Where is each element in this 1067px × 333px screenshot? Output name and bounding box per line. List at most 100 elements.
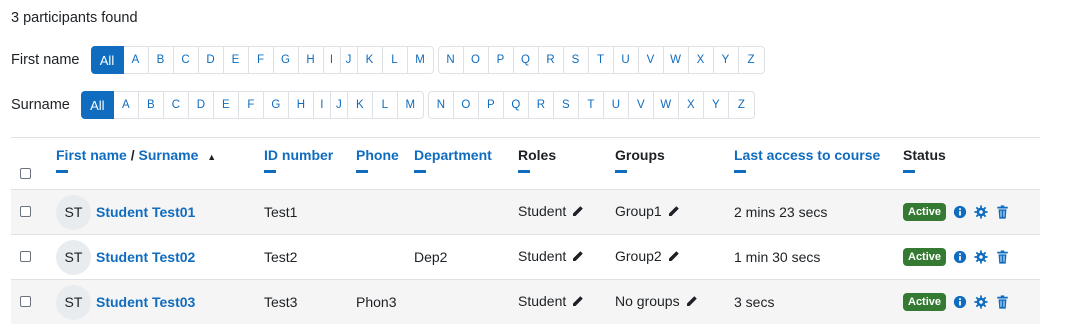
avatar[interactable]: ST: [56, 284, 91, 320]
sort-department-link[interactable]: Department: [414, 138, 518, 163]
first-name-letter-w[interactable]: W: [664, 47, 689, 73]
group-value: No groups: [615, 293, 680, 309]
surname-letter-j[interactable]: J: [331, 92, 348, 118]
row-select-checkbox[interactable]: [20, 251, 31, 262]
surname-letter-i[interactable]: I: [314, 92, 331, 118]
sort-first-name-link[interactable]: First name: [56, 147, 127, 163]
collapse-department-icon[interactable]: [414, 170, 426, 173]
surname-letter-o[interactable]: O: [454, 92, 479, 118]
surname-letter-w[interactable]: W: [654, 92, 679, 118]
sort-phone-link[interactable]: Phone: [356, 138, 414, 163]
trash-icon[interactable]: [995, 295, 1009, 309]
surname-letter-h[interactable]: H: [289, 92, 314, 118]
sort-surname-link[interactable]: Surname: [138, 147, 198, 163]
first-name-all-button[interactable]: All: [90, 46, 124, 74]
pencil-icon[interactable]: [667, 205, 680, 221]
surname-letter-t[interactable]: T: [579, 92, 604, 118]
surname-letter-k[interactable]: K: [348, 92, 373, 118]
first-name-letter-z[interactable]: Z: [739, 47, 764, 73]
first-name-letter-o[interactable]: O: [464, 47, 489, 73]
trash-icon[interactable]: [995, 250, 1009, 264]
gear-icon[interactable]: [974, 295, 988, 309]
pencil-icon[interactable]: [571, 205, 584, 221]
sort-id-number-link[interactable]: ID number: [264, 138, 356, 163]
first-name-letter-k[interactable]: K: [358, 47, 383, 73]
first-name-letter-h[interactable]: H: [299, 47, 324, 73]
surname-letter-s[interactable]: S: [554, 92, 579, 118]
first-name-letter-j[interactable]: J: [341, 47, 358, 73]
collapse-phone-icon[interactable]: [356, 170, 368, 173]
surname-letter-d[interactable]: D: [189, 92, 214, 118]
roles-header-label: Roles: [518, 147, 557, 163]
first-name-letter-d[interactable]: D: [199, 47, 224, 73]
collapse-groups-icon[interactable]: [615, 170, 627, 173]
surname-letter-r[interactable]: R: [529, 92, 554, 118]
info-icon[interactable]: [953, 205, 967, 219]
first-name-letter-e[interactable]: E: [224, 47, 249, 73]
user-name-link[interactable]: Student Test03: [96, 294, 195, 310]
row-select-checkbox[interactable]: [20, 296, 31, 307]
first-name-letter-c[interactable]: C: [174, 47, 199, 73]
first-name-letter-s[interactable]: S: [564, 47, 589, 73]
first-name-letter-r[interactable]: R: [539, 47, 564, 73]
pencil-icon[interactable]: [685, 295, 698, 311]
first-name-letter-y[interactable]: Y: [714, 47, 739, 73]
first-name-letter-f[interactable]: F: [249, 47, 274, 73]
collapse-roles-icon[interactable]: [518, 170, 530, 173]
surname-letter-f[interactable]: F: [239, 92, 264, 118]
first-name-letter-n[interactable]: N: [439, 47, 464, 73]
row-select-checkbox[interactable]: [20, 206, 31, 217]
select-all-checkbox[interactable]: [20, 168, 31, 179]
gear-icon[interactable]: [974, 205, 988, 219]
surname-letter-q[interactable]: Q: [504, 92, 529, 118]
first-name-letter-u[interactable]: U: [614, 47, 639, 73]
surname-letter-e[interactable]: E: [214, 92, 239, 118]
gear-icon[interactable]: [974, 250, 988, 264]
info-icon[interactable]: [953, 250, 967, 264]
avatar[interactable]: ST: [56, 194, 91, 230]
first-name-letter-t[interactable]: T: [589, 47, 614, 73]
sort-last-access-link[interactable]: Last access to course: [734, 138, 903, 163]
surname-letter-b[interactable]: B: [139, 92, 164, 118]
surname-letter-n[interactable]: N: [429, 92, 454, 118]
pencil-icon[interactable]: [571, 295, 584, 311]
collapse-name-column-icon[interactable]: [56, 170, 68, 173]
first-name-filter: First name All ABCDEFGHIJKLM NOPQRSTUVWX…: [11, 46, 765, 74]
first-name-letter-g[interactable]: G: [274, 47, 299, 73]
first-name-letter-i[interactable]: I: [324, 47, 341, 73]
surname-letter-z[interactable]: Z: [729, 92, 754, 118]
surname-letter-l[interactable]: L: [373, 92, 398, 118]
avatar[interactable]: ST: [56, 239, 91, 275]
status-badge: Active: [903, 203, 947, 221]
user-name-link[interactable]: Student Test02: [96, 249, 195, 265]
collapse-last-access-icon[interactable]: [734, 170, 746, 173]
pencil-icon[interactable]: [571, 250, 584, 266]
first-name-letter-v[interactable]: V: [639, 47, 664, 73]
surname-letter-a[interactable]: A: [114, 92, 139, 118]
first-name-letter-m[interactable]: M: [408, 47, 433, 73]
collapse-status-icon[interactable]: [903, 170, 915, 173]
first-name-letter-q[interactable]: Q: [514, 47, 539, 73]
surname-letters-a-m: All ABCDEFGHIJKLM: [80, 91, 424, 119]
sort-ascending-icon: ▲: [207, 152, 217, 162]
user-name-link[interactable]: Student Test01: [96, 204, 195, 220]
first-name-letter-x[interactable]: X: [689, 47, 714, 73]
pencil-icon[interactable]: [667, 250, 680, 266]
id-number-cell: Test1: [264, 189, 356, 235]
surname-letter-x[interactable]: X: [679, 92, 704, 118]
surname-letter-m[interactable]: M: [398, 92, 423, 118]
surname-letter-c[interactable]: C: [164, 92, 189, 118]
surname-letter-p[interactable]: P: [479, 92, 504, 118]
surname-letter-y[interactable]: Y: [704, 92, 729, 118]
first-name-letter-l[interactable]: L: [383, 47, 408, 73]
surname-letter-g[interactable]: G: [264, 92, 289, 118]
surname-all-button[interactable]: All: [80, 91, 114, 119]
first-name-letter-a[interactable]: A: [124, 47, 149, 73]
first-name-letter-b[interactable]: B: [149, 47, 174, 73]
trash-icon[interactable]: [995, 205, 1009, 219]
info-icon[interactable]: [953, 295, 967, 309]
collapse-id-number-icon[interactable]: [264, 170, 276, 173]
surname-letter-u[interactable]: U: [604, 92, 629, 118]
surname-letter-v[interactable]: V: [629, 92, 654, 118]
first-name-letter-p[interactable]: P: [489, 47, 514, 73]
